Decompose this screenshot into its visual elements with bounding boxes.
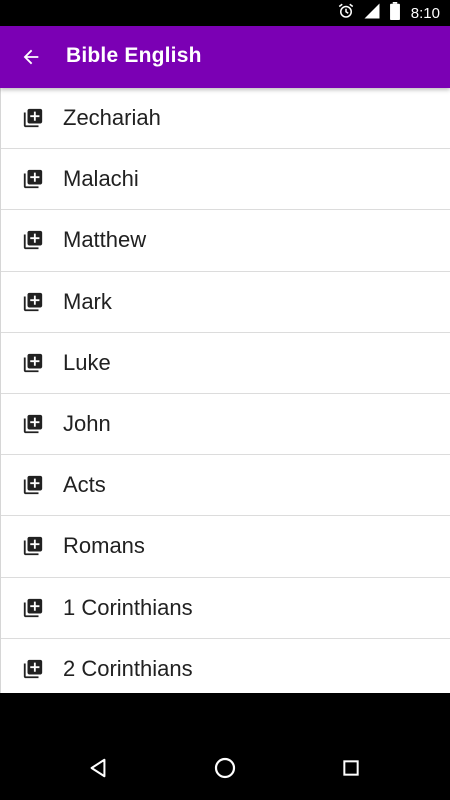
library-add-icon (23, 414, 43, 434)
back-triangle-icon (90, 758, 106, 778)
status-icons: 8:10 (337, 1, 440, 25)
library-add-icon (23, 231, 43, 250)
status-bar: 8:10 (0, 0, 450, 26)
book-label: Romans (63, 533, 145, 559)
library-add-icon (23, 292, 43, 311)
book-row[interactable]: Acts (1, 455, 450, 517)
book-row[interactable]: 1 Corinthians (1, 578, 450, 639)
alarm-icon (337, 2, 355, 25)
book-label: Malachi (63, 166, 139, 192)
nav-recents-button[interactable] (334, 751, 368, 785)
status-time: 8:10 (410, 4, 440, 22)
home-circle-icon (214, 757, 236, 779)
nav-back-button[interactable] (81, 751, 115, 785)
book-list: Zechariah Malachi Matthew Mark Luke John… (0, 88, 450, 693)
book-label: Mark (63, 288, 112, 314)
library-add-icon (23, 108, 43, 128)
battery-icon (389, 1, 401, 25)
signal-icon (363, 2, 381, 25)
book-row[interactable]: Romans (1, 516, 450, 578)
book-label: 2 Corinthians (63, 655, 193, 681)
nav-home-button[interactable] (208, 751, 242, 785)
library-add-icon (23, 598, 43, 617)
book-label: 1 Corinthians (63, 594, 193, 620)
library-add-icon (23, 170, 43, 189)
book-row[interactable]: 2 Corinthians (1, 639, 450, 693)
book-label: Acts (63, 472, 106, 498)
book-label: Luke (63, 349, 111, 375)
library-add-icon (23, 476, 43, 495)
library-add-icon (23, 353, 43, 373)
book-row[interactable]: Zechariah (1, 88, 450, 150)
library-add-icon (23, 659, 43, 678)
book-row[interactable]: Mark (1, 272, 450, 333)
book-label: John (63, 411, 111, 437)
back-button[interactable] (12, 38, 50, 76)
book-row[interactable]: Malachi (1, 149, 450, 211)
book-label: Matthew (63, 227, 147, 253)
nav-bar (0, 693, 450, 800)
book-row[interactable]: Matthew (1, 210, 450, 272)
library-add-icon (23, 537, 43, 556)
app-title: Bible English (66, 44, 202, 67)
recents-square-icon (343, 760, 359, 776)
book-row[interactable]: Luke (1, 333, 450, 394)
book-row[interactable]: John (1, 394, 450, 456)
back-arrow-icon (23, 49, 39, 65)
app-bar: Bible English (0, 26, 450, 88)
book-label: Zechariah (63, 105, 161, 131)
